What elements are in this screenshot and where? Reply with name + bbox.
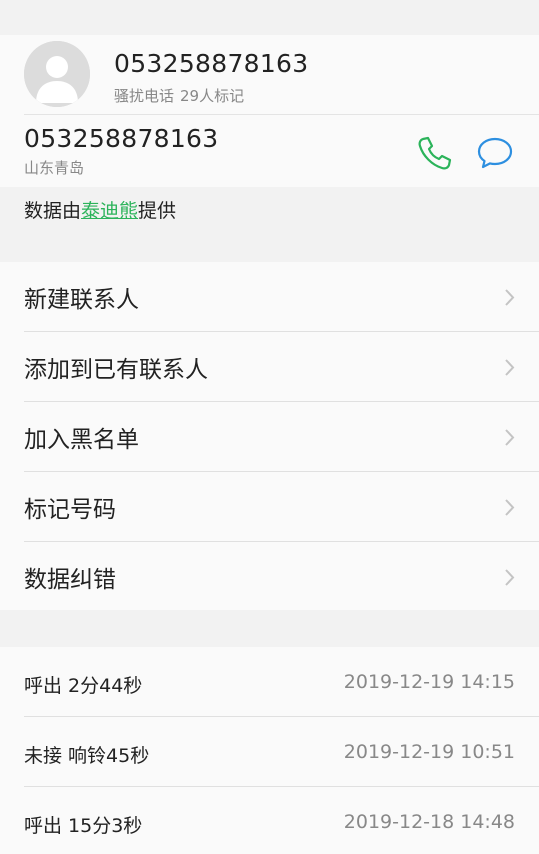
- menu-item-label: 加入黑名单: [24, 427, 139, 453]
- mark-count: 29人标记: [180, 87, 245, 105]
- menu-item-mark-number[interactable]: 标记号码: [0, 472, 539, 542]
- number-row: 053258878163 山东青岛: [0, 115, 539, 187]
- chevron-right-icon: [505, 499, 515, 516]
- call-timestamp: 2019-12-18 14:48: [343, 811, 515, 833]
- chevron-right-icon: [505, 359, 515, 376]
- phone-number[interactable]: 053258878163: [24, 124, 218, 153]
- number-location: 山东青岛: [24, 159, 85, 177]
- call-type-duration: 呼出 15分3秒: [24, 815, 143, 837]
- menu-item-label: 数据纠错: [24, 567, 116, 593]
- menu-item-data-correction[interactable]: 数据纠错: [0, 542, 539, 612]
- menu-item-blacklist[interactable]: 加入黑名单: [0, 402, 539, 472]
- chevron-right-icon: [505, 289, 515, 306]
- menu-item-label: 添加到已有联系人: [24, 357, 208, 383]
- message-bubble-icon: [477, 137, 513, 169]
- number-detail-screen: 053258878163 骚扰电话 29人标记 053258878163 山东青岛…: [0, 0, 539, 854]
- header-phone-number: 053258878163: [114, 49, 309, 78]
- menu-item-new-contact[interactable]: 新建联系人: [0, 262, 539, 332]
- call-log-row[interactable]: 呼出 2分44秒 2019-12-19 14:15: [0, 647, 539, 717]
- call-timestamp: 2019-12-19 10:51: [343, 741, 515, 763]
- spam-tag: 骚扰电话 29人标记: [114, 85, 244, 106]
- provider-link[interactable]: 泰迪熊: [81, 200, 138, 222]
- person-silhouette-icon: [24, 41, 90, 107]
- avatar: [24, 41, 90, 107]
- chevron-right-icon: [505, 429, 515, 446]
- phone-icon: [418, 136, 452, 170]
- chevron-right-icon: [505, 569, 515, 586]
- call-button[interactable]: [414, 133, 454, 173]
- caller-header: 053258878163 骚扰电话 29人标记: [0, 35, 539, 115]
- provider-suffix: 提供: [138, 200, 177, 222]
- provider-prefix: 数据由: [24, 200, 82, 222]
- menu-item-add-to-existing[interactable]: 添加到已有联系人: [0, 332, 539, 402]
- call-type-duration: 未接 响铃45秒: [24, 745, 150, 767]
- call-type-duration: 呼出 2分44秒: [24, 675, 143, 697]
- menu-item-label: 新建联系人: [24, 287, 139, 313]
- call-timestamp: 2019-12-19 14:15: [343, 671, 515, 693]
- spam-label: 骚扰电话: [114, 87, 175, 105]
- message-button[interactable]: [474, 133, 516, 173]
- menu-item-label: 标记号码: [24, 497, 116, 523]
- call-log: 呼出 2分44秒 2019-12-19 14:15 未接 响铃45秒 2019-…: [0, 647, 539, 854]
- call-log-row[interactable]: 未接 响铃45秒 2019-12-19 10:51: [0, 717, 539, 787]
- data-provider-note: 数据由泰迪熊提供: [24, 196, 176, 223]
- call-log-row[interactable]: 呼出 15分3秒 2019-12-18 14:48: [0, 787, 539, 854]
- action-menu: 新建联系人 添加到已有联系人 加入黑名单 标记号码 数据纠错: [0, 262, 539, 610]
